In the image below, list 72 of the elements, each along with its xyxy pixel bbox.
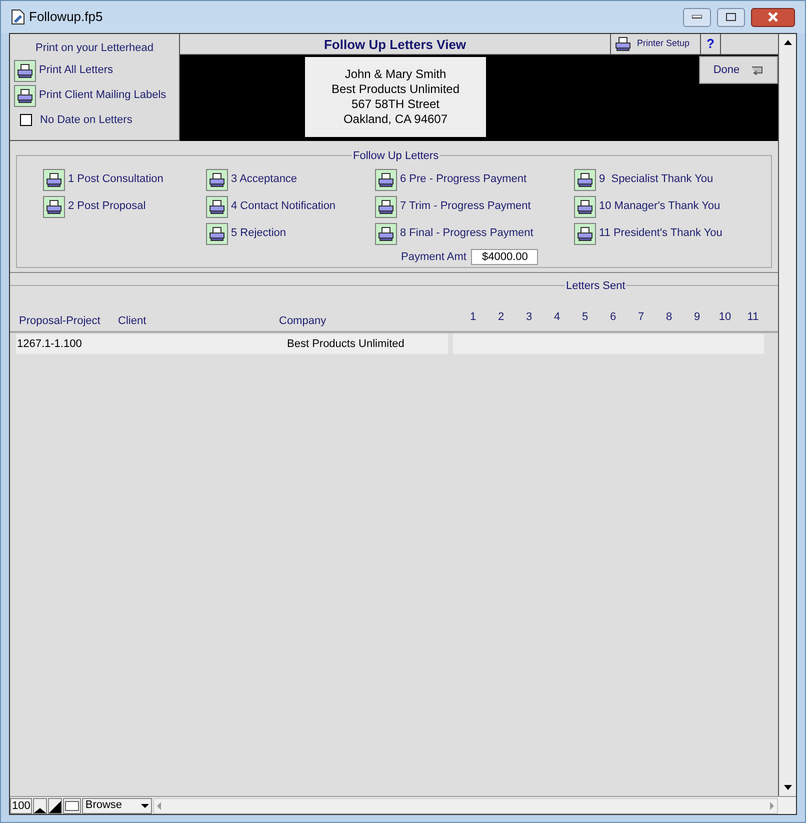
column-header: 5: [580, 310, 590, 324]
window-title: Followup.fp5: [29, 8, 103, 26]
print-link[interactable]: Print All Letters: [39, 62, 113, 79]
printer-icon[interactable]: [574, 196, 596, 218]
letter-link[interactable]: 8 Final - Progress Payment: [400, 225, 534, 242]
checkbox[interactable]: [20, 114, 32, 126]
printer-setup-button[interactable]: Printer Setup: [610, 34, 700, 54]
printer-icon[interactable]: [206, 196, 228, 218]
address-line: John & Mary Smith: [344, 67, 446, 82]
printer-icon[interactable]: [574, 222, 596, 244]
table-cell-text: 1267.1-1.100: [16, 336, 83, 352]
printer-icon[interactable]: [206, 222, 228, 244]
column-header: 7: [636, 310, 646, 324]
panel-heading: Print on your Letterhead: [34, 41, 155, 56]
printer-icon[interactable]: [14, 84, 36, 106]
table-cell-text: Best Products Unlimited: [287, 336, 404, 352]
zoom-level[interactable]: 100: [10, 798, 32, 814]
printer-icon[interactable]: [613, 36, 633, 52]
done-button[interactable]: Done: [699, 56, 778, 84]
column-header: 3: [524, 310, 534, 324]
close-button[interactable]: [751, 8, 795, 26]
column-header: 1: [468, 310, 478, 324]
column-header: Client: [118, 314, 148, 328]
caret-icon: [141, 804, 150, 808]
letter-link[interactable]: 9 Specialist Thank You: [599, 171, 714, 188]
view-title: Follow Up Letters View: [322, 36, 468, 54]
minimize-button[interactable]: [683, 8, 711, 26]
document-icon: [11, 9, 25, 25]
letter-link[interactable]: 10 Manager's Thank You: [599, 198, 720, 215]
help-button[interactable]: ?: [700, 34, 720, 54]
return-arrow-icon: [750, 65, 764, 75]
column-header: 6: [608, 310, 618, 324]
letter-link[interactable]: 7 Trim - Progress Payment: [400, 198, 531, 215]
column-header: 2: [496, 310, 506, 324]
mode-dropdown[interactable]: Browse: [82, 798, 152, 814]
column-header: 11: [746, 310, 760, 324]
column-header: Company: [279, 314, 328, 328]
zoom-in-icon[interactable]: [48, 798, 62, 814]
printer-icon[interactable]: [574, 168, 596, 190]
printer-icon[interactable]: [375, 222, 397, 244]
printer-icon[interactable]: [43, 196, 65, 218]
column-header: 10: [718, 310, 732, 324]
column-header: 8: [664, 310, 674, 324]
maximize-icon: [726, 13, 736, 21]
printer-icon[interactable]: [375, 168, 397, 190]
printer-icon[interactable]: [43, 168, 65, 190]
column-header: 9: [692, 310, 702, 324]
checkbox-label: No Date on Letters: [40, 112, 132, 128]
letter-link[interactable]: 6 Pre - Progress Payment: [400, 171, 527, 188]
letter-link[interactable]: 1 Post Consultation: [68, 171, 164, 188]
print-link[interactable]: Print Client Mailing Labels: [39, 87, 166, 104]
printer-icon[interactable]: [14, 60, 36, 82]
letter-link[interactable]: 4 Contact Notification: [231, 198, 336, 215]
zoom-out-icon[interactable]: [33, 798, 48, 814]
payment-label: Payment Amt: [401, 250, 466, 265]
close-icon: [767, 12, 779, 22]
letter-link[interactable]: 11 President's Thank You: [599, 225, 722, 242]
layout-icon[interactable]: [63, 798, 82, 814]
minimize-icon: [692, 15, 702, 19]
column-header: Proposal-Project: [18, 314, 102, 328]
address-line: Oakland, CA 94607: [343, 112, 448, 127]
printer-icon[interactable]: [206, 168, 228, 190]
address-line: Best Products Unlimited: [331, 82, 460, 97]
maximize-button[interactable]: [717, 8, 745, 26]
printer-icon[interactable]: [375, 196, 397, 218]
column-header: 4: [552, 310, 562, 324]
group-legend: Follow Up Letters: [352, 148, 440, 164]
letter-link[interactable]: 3 Acceptance: [231, 171, 298, 188]
letter-link[interactable]: 2 Post Proposal: [68, 198, 146, 215]
address-line: 567 58TH Street: [351, 97, 440, 112]
payment-field[interactable]: $4000.00: [471, 249, 538, 266]
letter-link[interactable]: 5 Rejection: [231, 225, 286, 242]
